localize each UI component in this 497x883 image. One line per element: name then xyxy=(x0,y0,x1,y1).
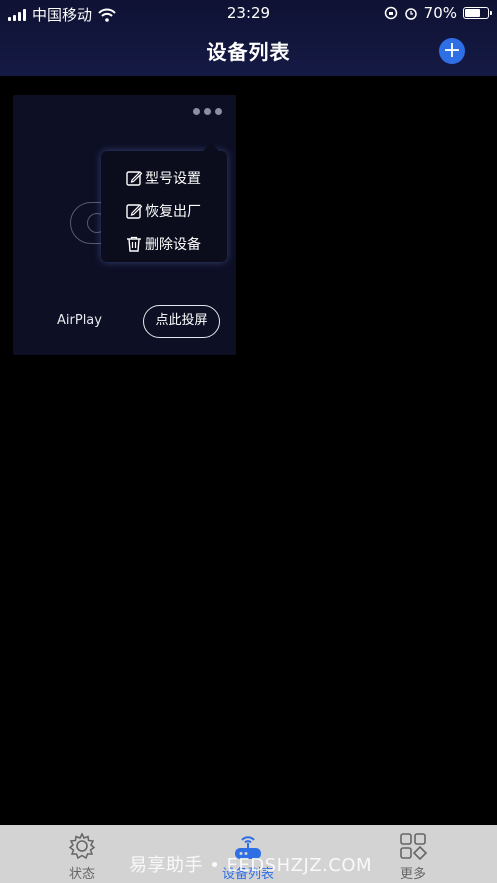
tab-label: 状态 xyxy=(68,867,95,882)
alarm-icon xyxy=(404,8,417,20)
device-options-menu: 型号设置 恢复出厂 删除设备 xyxy=(101,143,227,262)
gear-icon xyxy=(68,832,96,860)
menu-item-label: 恢复出厂 xyxy=(145,204,201,220)
cast-screen-button[interactable]: 点此投屏 xyxy=(143,305,220,338)
menu-item-factory-reset[interactable]: 恢复出厂 xyxy=(125,200,201,222)
menu-item-model-settings[interactable]: 型号设置 xyxy=(125,167,201,189)
tab-label: 更多 xyxy=(399,867,426,882)
edit-icon xyxy=(126,204,143,219)
rotation-lock-icon xyxy=(384,6,397,20)
device-name: AirPlay xyxy=(57,313,102,328)
more-options-icon[interactable] xyxy=(193,108,222,115)
menu-item-label: 删除设备 xyxy=(145,237,201,253)
battery-fill xyxy=(465,9,481,17)
status-bar: 中国移动 23:29 70% xyxy=(0,0,497,26)
page-title: 设备列表 xyxy=(206,40,291,64)
watermark: 易享助手 • EEDSHZJZ.COM xyxy=(129,855,373,876)
status-right: 70% xyxy=(384,4,492,22)
menu-item-label: 型号设置 xyxy=(145,171,201,187)
add-device-button[interactable]: + xyxy=(439,38,465,64)
plus-icon: + xyxy=(442,38,462,63)
tab-status[interactable]: 状态 xyxy=(22,831,142,882)
battery-percent: 70% xyxy=(423,4,457,22)
edit-icon xyxy=(126,171,143,186)
battery-icon xyxy=(463,7,492,19)
grid-icon xyxy=(400,833,428,861)
trash-icon xyxy=(127,236,141,252)
menu-item-delete-device[interactable]: 删除设备 xyxy=(125,233,201,255)
